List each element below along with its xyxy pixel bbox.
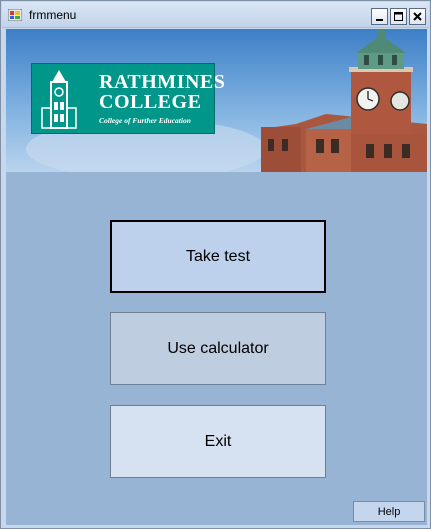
- maximize-icon: [394, 12, 403, 21]
- use-calculator-button[interactable]: Use calculator: [110, 312, 326, 385]
- logo-line-2: COLLEGE: [99, 91, 202, 113]
- maximize-button[interactable]: [390, 8, 407, 25]
- form-client-area: RATHMINES COLLEGE College of Further Edu…: [6, 29, 427, 525]
- minimize-button[interactable]: [371, 8, 388, 25]
- app-icon: [8, 9, 22, 21]
- take-test-button[interactable]: Take test: [110, 220, 326, 293]
- logo-line-1: RATHMINES: [99, 71, 226, 93]
- banner-image: RATHMINES COLLEGE College of Further Edu…: [6, 29, 427, 172]
- title-bar[interactable]: frmmenu: [2, 2, 429, 28]
- clock-tower-logo-icon: [41, 70, 77, 129]
- app-window: frmmenu RATHMINES COLLEGE College of Fur…: [0, 0, 431, 529]
- logo-tagline: College of Further Education: [99, 116, 191, 125]
- minimize-icon: [376, 19, 383, 21]
- help-button[interactable]: Help: [353, 501, 425, 522]
- college-logo: RATHMINES COLLEGE College of Further Edu…: [31, 63, 225, 134]
- logo-title: RATHMINES COLLEGE: [99, 72, 225, 112]
- window-title: frmmenu: [29, 8, 77, 22]
- exit-button[interactable]: Exit: [110, 405, 326, 478]
- close-button[interactable]: [409, 8, 426, 25]
- close-icon: [413, 12, 422, 21]
